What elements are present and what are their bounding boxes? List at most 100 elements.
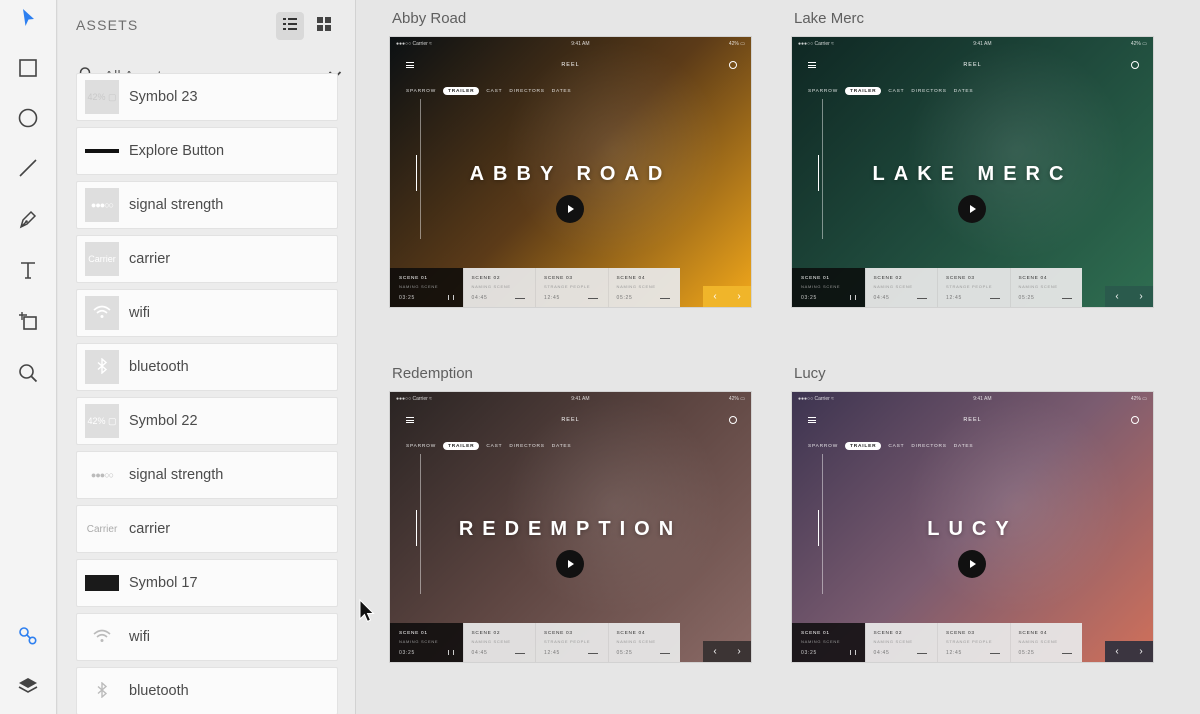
scene-card[interactable]: SCENE 04 NAMING SCENE 05:25 — [607, 623, 680, 662]
scene-time: 12:45 — [946, 295, 963, 301]
chevron-left-icon: ‹ — [1115, 646, 1119, 657]
artboard-label-redemption[interactable]: Redemption — [392, 365, 473, 382]
asset-item-bluetooth-2[interactable]: bluetooth — [76, 667, 338, 714]
asset-name: Explore Button — [129, 143, 225, 159]
pen-tool-button[interactable] — [12, 205, 44, 237]
status-carrier: ●●●○○ Carrier ≈ — [396, 396, 432, 402]
bluetooth-icon — [96, 681, 108, 700]
scene-pager: ‹ › — [1105, 286, 1153, 307]
scene-subtitle: NAMING SCENE — [873, 284, 913, 289]
artboard-abby-road[interactable]: ●●●○○ Carrier ≈ 9:41 AM 42% ▭ REEL SPARROW TR… — [389, 36, 752, 308]
nav-tab-directors: DIRECTORS — [911, 88, 947, 94]
scene-label: SCENE 04 — [1018, 276, 1048, 281]
select-tool-button[interactable] — [12, 4, 44, 36]
ellipse-tool-button[interactable] — [12, 104, 44, 136]
scene-time: 03:25 — [801, 650, 818, 656]
asset-item-symbol-23[interactable]: 42% ▢ Symbol 23 — [76, 73, 338, 121]
asset-item-bluetooth[interactable]: bluetooth — [76, 343, 338, 391]
ellipse-icon — [17, 107, 39, 134]
tool-rail — [0, 0, 57, 714]
artboard-label-lucy[interactable]: Lucy — [794, 365, 826, 382]
list-view-button[interactable] — [276, 12, 304, 40]
asset-name: bluetooth — [129, 359, 189, 375]
scene-card[interactable]: SCENE 04 NAMING SCENE 05:25 — [607, 268, 680, 307]
scene-subtitle: NAMING SCENE — [1018, 284, 1058, 289]
asset-item-signal-strength[interactable]: ●●●○○ signal strength — [76, 181, 338, 229]
scene-card[interactable]: SCENE 02 NAMING SCENE 04:45 — [864, 268, 937, 307]
arrow-cursor-icon — [17, 7, 39, 34]
scene-card[interactable]: SCENE 04 NAMING SCENE 05:25 — [1009, 268, 1082, 307]
asset-item-carrier-2[interactable]: Carrier carrier — [76, 505, 338, 553]
chevron-left-icon: ‹ — [1115, 291, 1119, 302]
scene-label: SCENE 03 — [544, 276, 573, 281]
artboard-icon — [17, 310, 39, 337]
asset-item-symbol-17[interactable]: Symbol 17 — [76, 559, 338, 607]
nav-tab-dates: DATES — [953, 443, 974, 449]
scene-time: 12:45 — [544, 295, 561, 301]
artboard-label-abby-road[interactable]: Abby Road — [392, 10, 466, 27]
text-icon — [17, 259, 39, 286]
scene-card[interactable]: SCENE 01 NAMING SCENE 03:25 — [792, 268, 865, 307]
equalizer-icon — [849, 650, 856, 655]
equalizer-icon — [447, 295, 454, 300]
artboard-redemption[interactable]: ●●●○○ Carrier ≈ 9:41 AM 42% ▭ REEL SPARROW TR… — [389, 391, 752, 663]
nav-tab-cast: CAST — [486, 443, 503, 449]
status-time: 9:41 AM — [973, 396, 992, 402]
asset-name: signal strength — [129, 467, 224, 483]
scene-card[interactable]: SCENE 04 NAMING SCENE 05:25 — [1009, 623, 1082, 662]
chevron-left-icon: ‹ — [713, 291, 717, 302]
asset-item-wifi-2[interactable]: wifi — [76, 613, 338, 661]
asset-item-signal-strength-2[interactable]: ●●●○○ signal strength — [76, 451, 338, 499]
asset-item-wifi[interactable]: wifi — [76, 289, 338, 337]
nav-tab-dates: DATES — [953, 88, 974, 94]
zoom-tool-button[interactable] — [12, 359, 44, 391]
rectangle-icon — [17, 57, 39, 84]
scene-label: SCENE 03 — [544, 631, 573, 636]
scene-strip: SCENE 01 NAMING SCENE 03:25 SCENE 02 NAMING … — [390, 268, 680, 307]
grid-view-button[interactable] — [310, 12, 338, 40]
play-icon — [958, 550, 986, 578]
scene-subtitle: NAMING SCENE — [616, 284, 656, 289]
status-carrier: ●●●○○ Carrier ≈ — [798, 396, 834, 402]
assets-panel-toggle[interactable] — [12, 622, 44, 654]
scene-card[interactable]: SCENE 02 NAMING SCENE 04:45 — [864, 623, 937, 662]
layers-panel-toggle[interactable] — [12, 672, 44, 704]
scene-label: SCENE 01 — [801, 631, 830, 636]
design-canvas[interactable]: Abby Road ●●●○○ Carrier ≈ 9:41 AM 42% ▭ REE… — [357, 0, 1200, 714]
scene-card[interactable]: SCENE 01 NAMING SCENE 03:25 — [390, 268, 463, 307]
artboard-lucy[interactable]: ●●●○○ Carrier ≈ 9:41 AM 42% ▭ REEL SPARROW TR… — [791, 391, 1154, 663]
scene-card[interactable]: SCENE 02 NAMING SCENE 04:45 — [462, 268, 535, 307]
scene-card[interactable]: SCENE 01 NAMING SCENE 03:25 — [390, 623, 463, 662]
asset-item-explore-button[interactable]: Explore Button — [76, 127, 338, 175]
artboard-label-lake-merc[interactable]: Lake Merc — [794, 10, 864, 27]
artboard-tool-button[interactable] — [12, 307, 44, 339]
scene-pager: ‹ › — [1105, 641, 1153, 662]
rectangle-tool-button[interactable] — [12, 54, 44, 86]
scene-strip: SCENE 01 NAMING SCENE 03:25 SCENE 02 NAMING … — [792, 268, 1082, 307]
scene-card[interactable]: SCENE 03 STRANGE PEOPLE 12:45 — [535, 623, 608, 662]
asset-thumbnail: Carrier — [86, 523, 118, 535]
scene-card[interactable]: SCENE 03 STRANGE PEOPLE 12:45 — [535, 268, 608, 307]
scene-time: 04:45 — [471, 295, 488, 301]
movie-nav-tabs: SPARROW TRAILER CAST DIRECTORS DATES — [406, 87, 571, 95]
asset-name: Symbol 17 — [129, 575, 198, 591]
artboard-lake-merc[interactable]: ●●●○○ Carrier ≈ 9:41 AM 42% ▭ REEL SPARROW TR… — [791, 36, 1154, 308]
status-bar: ●●●○○ Carrier ≈ 9:41 AM 42% ▭ — [798, 41, 1147, 49]
scene-card[interactable]: SCENE 02 NAMING SCENE 04:45 — [462, 623, 535, 662]
asset-item-symbol-22[interactable]: 42% ▢ Symbol 22 — [76, 397, 338, 445]
nav-tab-trailer: TRAILER — [845, 87, 882, 95]
asset-item-carrier[interactable]: Carrier carrier — [76, 235, 338, 283]
search-circle-icon — [1131, 61, 1139, 69]
text-tool-button[interactable] — [12, 256, 44, 288]
arrow-right-icon — [660, 653, 670, 654]
wifi-icon — [93, 629, 111, 645]
scene-card[interactable]: SCENE 03 STRANGE PEOPLE 12:45 — [937, 268, 1010, 307]
grid-view-icon — [316, 16, 332, 37]
nav-tab-dates: DATES — [551, 443, 572, 449]
scene-card[interactable]: SCENE 01 NAMING SCENE 03:25 — [792, 623, 865, 662]
status-battery: 42% ▭ — [728, 396, 745, 402]
line-tool-button[interactable] — [12, 154, 44, 186]
app-logo-text: REEL — [561, 62, 580, 68]
search-circle-icon — [1131, 416, 1139, 424]
scene-card[interactable]: SCENE 03 STRANGE PEOPLE 12:45 — [937, 623, 1010, 662]
